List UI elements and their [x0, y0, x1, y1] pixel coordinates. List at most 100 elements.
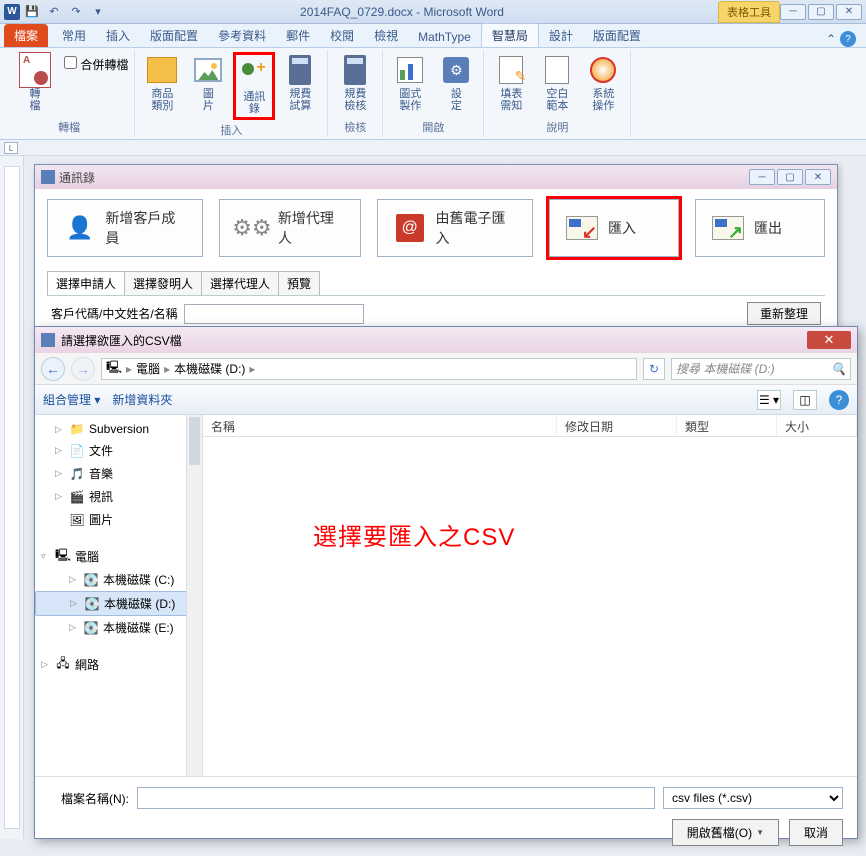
crumb-computer[interactable]: 電腦: [136, 360, 160, 377]
undo-icon[interactable]: ↶: [46, 4, 62, 20]
contacts-minimize[interactable]: ─: [749, 169, 775, 185]
subtab-inventor[interactable]: 選擇發明人: [124, 271, 202, 295]
tree-network[interactable]: ▷🖧網路: [35, 653, 202, 676]
file-list-area: 名稱 修改日期 類型 大小 選擇要匯入之CSV: [203, 415, 857, 776]
minimize-button[interactable]: ─: [780, 4, 806, 20]
context-tab-table-tools[interactable]: 表格工具: [718, 1, 780, 23]
word-app-icon: W: [4, 4, 20, 20]
tree-music[interactable]: ▷🎵音樂: [35, 462, 202, 485]
system-help-button[interactable]: 系統 操作: [582, 52, 624, 117]
drive-icon: 💽: [83, 573, 99, 587]
settings-button[interactable]: ⚙設 定: [435, 52, 477, 117]
tree-videos[interactable]: ▷🎬視訊: [35, 485, 202, 508]
contacts-title-bar[interactable]: 通訊錄 ─ ▢ ✕: [35, 165, 837, 189]
tab-design[interactable]: 設計: [539, 24, 583, 47]
file-tab[interactable]: 檔案: [4, 24, 48, 47]
tree-drive-d[interactable]: ▷💽本機磁碟 (D:): [35, 591, 202, 616]
merge-convert-label: 合併轉檔: [80, 58, 128, 72]
col-name[interactable]: 名稱: [203, 415, 557, 436]
form-icon: [499, 56, 523, 84]
subtab-applicant[interactable]: 選擇申請人: [47, 271, 125, 295]
tab-mathtype[interactable]: MathType: [408, 27, 481, 47]
subtab-preview[interactable]: 預覽: [278, 271, 320, 295]
chevron-down-icon[interactable]: ▼: [756, 828, 764, 837]
tab-references[interactable]: 參考資料: [208, 24, 276, 47]
chart-maker-button[interactable]: 圖式 製作: [389, 52, 431, 117]
tree-documents[interactable]: ▷📄文件: [35, 439, 202, 462]
convert-button[interactable]: 轉 檔: [10, 52, 60, 117]
help-button[interactable]: ?: [829, 390, 849, 410]
export-button[interactable]: 匯出: [695, 199, 825, 257]
tab-mailings[interactable]: 郵件: [276, 24, 320, 47]
nav-refresh-button[interactable]: ↻: [643, 358, 665, 380]
filename-input[interactable]: [137, 787, 655, 809]
tab-layout[interactable]: 版面配置: [140, 24, 208, 47]
blank-icon: [545, 56, 569, 84]
contacts-button[interactable]: 通訊 錄: [233, 52, 275, 120]
customer-code-input[interactable]: [184, 304, 364, 324]
search-input[interactable]: 搜尋 本機磁碟 (D:) 🔍: [671, 358, 851, 380]
import-button[interactable]: 匯入: [549, 199, 679, 257]
contact-icon: [240, 59, 268, 87]
tab-ipo[interactable]: 智慧局: [481, 23, 539, 47]
chevron-right-icon[interactable]: ▸: [126, 362, 132, 376]
open-file-button[interactable]: 開啟舊檔(O)▼: [672, 819, 779, 846]
close-button[interactable]: ✕: [836, 4, 862, 20]
minimize-ribbon-icon[interactable]: ⌃: [826, 32, 836, 46]
save-icon[interactable]: 💾: [24, 4, 40, 20]
tab-layout-2[interactable]: 版面配置: [583, 24, 651, 47]
fee-check-button[interactable]: 規費 檢核: [334, 52, 376, 117]
crumb-drive-d[interactable]: 本機磁碟 (D:): [174, 360, 245, 377]
view-mode-button[interactable]: ☰ ▾: [757, 390, 781, 410]
col-size[interactable]: 大小: [777, 415, 857, 436]
file-dialog-title-bar[interactable]: 請選擇欲匯入的CSV檔 ✕: [35, 327, 857, 353]
tab-view[interactable]: 檢視: [364, 24, 408, 47]
nav-back-button[interactable]: ←: [41, 357, 65, 381]
picture-button[interactable]: 圖 片: [187, 52, 229, 120]
chevron-right-icon[interactable]: ▸: [249, 362, 255, 376]
new-folder-button[interactable]: 新增資料夾: [112, 391, 172, 408]
refresh-button[interactable]: 重新整理: [747, 302, 821, 325]
picture-icon: [194, 58, 222, 82]
nav-forward-button[interactable]: →: [71, 357, 95, 381]
qat-dropdown-icon[interactable]: ▾: [90, 4, 106, 20]
file-dialog-close[interactable]: ✕: [807, 331, 851, 349]
tree-pictures[interactable]: 🖼圖片: [35, 508, 202, 531]
import-old-button[interactable]: @ 由舊電子匯入: [377, 199, 533, 257]
chevron-right-icon[interactable]: ▸: [164, 362, 170, 376]
col-date[interactable]: 修改日期: [557, 415, 677, 436]
dialog-app-icon: [41, 170, 55, 184]
new-customer-button[interactable]: 👤 新增客戶成員: [47, 199, 203, 257]
group-label-review: 檢核: [334, 119, 376, 135]
preview-pane-button[interactable]: ◫: [793, 390, 817, 410]
tree-computer[interactable]: ▿🖳電腦: [35, 545, 202, 568]
redo-icon[interactable]: ↷: [68, 4, 84, 20]
tab-insert[interactable]: 插入: [96, 24, 140, 47]
file-list-content[interactable]: 選擇要匯入之CSV: [203, 437, 857, 776]
subtab-agent[interactable]: 選擇代理人: [201, 271, 279, 295]
tab-review[interactable]: 校閱: [320, 24, 364, 47]
tab-home[interactable]: 常用: [52, 24, 96, 47]
cancel-button[interactable]: 取消: [789, 819, 843, 846]
breadcrumb[interactable]: 🖳 ▸ 電腦 ▸ 本機磁碟 (D:) ▸: [101, 358, 637, 380]
merge-convert-checkbox[interactable]: 合併轉檔: [64, 56, 128, 76]
merge-convert-input[interactable]: [64, 56, 77, 69]
col-type[interactable]: 類型: [677, 415, 777, 436]
contacts-maximize[interactable]: ▢: [777, 169, 803, 185]
organize-menu[interactable]: 組合管理 ▾: [43, 391, 100, 408]
new-agent-button[interactable]: ⚙⚙ 新增代理人: [219, 199, 361, 257]
file-type-filter[interactable]: csv files (*.csv): [663, 787, 843, 809]
restore-button[interactable]: ▢: [808, 4, 834, 20]
product-category-button[interactable]: 商品 類別: [141, 52, 183, 120]
tree-subversion[interactable]: ▷📁Subversion: [35, 419, 202, 439]
blank-template-button[interactable]: 空白 範本: [536, 52, 578, 117]
fee-calc-button[interactable]: 規費 試算: [279, 52, 321, 120]
help-icon[interactable]: ?: [840, 31, 856, 47]
tree-drive-c[interactable]: ▷💽本機磁碟 (C:): [35, 568, 202, 591]
tree-drive-e[interactable]: ▷💽本機磁碟 (E:): [35, 616, 202, 639]
fill-guide-button[interactable]: 填表 需知: [490, 52, 532, 117]
tree-scrollbar[interactable]: [186, 415, 202, 776]
ruler-toggle[interactable]: L: [4, 142, 18, 154]
contacts-close[interactable]: ✕: [805, 169, 831, 185]
drive-icon: 💽: [84, 597, 100, 611]
